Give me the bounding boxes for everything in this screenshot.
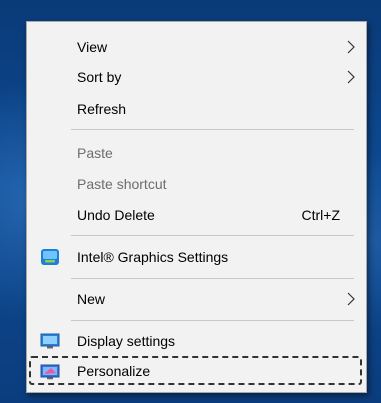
menu-item-new[interactable]: New (27, 284, 366, 313)
menu-item-label: Personalize (77, 362, 151, 379)
chevron-right-icon (347, 70, 355, 83)
chevron-right-icon (347, 292, 355, 305)
menu-item-sort-by[interactable]: Sort by (27, 62, 366, 91)
menu-item-undo-delete[interactable]: Undo Delete Ctrl+Z (27, 200, 366, 229)
menu-item-label: Paste (77, 144, 113, 161)
intel-graphics-icon (41, 248, 59, 265)
menu-item-label: Refresh (77, 100, 127, 117)
menu-item-intel-graphics-settings[interactable]: Intel® Graphics Settings (27, 242, 366, 271)
menu-item-label: Paste shortcut (77, 175, 167, 192)
menu-item-paste-shortcut: Paste shortcut (27, 169, 366, 198)
personalize-icon (40, 364, 60, 379)
menu-item-paste: Paste (27, 138, 366, 167)
menu-item-label: View (77, 38, 108, 55)
menu-item-label: Undo Delete (77, 206, 155, 223)
menu-item-label: New (77, 290, 106, 307)
menu-item-label: Display settings (77, 332, 176, 349)
menu-separator (71, 320, 354, 321)
display-icon (40, 333, 60, 348)
chevron-right-icon (347, 40, 355, 53)
desktop-context-menu: View Sort by Refresh Paste Paste shortcu… (26, 21, 367, 393)
menu-item-label: Intel® Graphics Settings (77, 248, 229, 265)
menu-item-refresh[interactable]: Refresh (27, 94, 366, 123)
menu-item-personalize[interactable]: Personalize (27, 355, 366, 386)
menu-separator (71, 129, 354, 130)
menu-separator (71, 278, 354, 279)
menu-separator (71, 235, 354, 236)
keyboard-shortcut: Ctrl+Z (301, 206, 341, 223)
menu-item-view[interactable]: View (27, 32, 366, 61)
menu-item-label: Sort by (77, 68, 122, 85)
menu-item-display-settings[interactable]: Display settings (27, 326, 366, 355)
